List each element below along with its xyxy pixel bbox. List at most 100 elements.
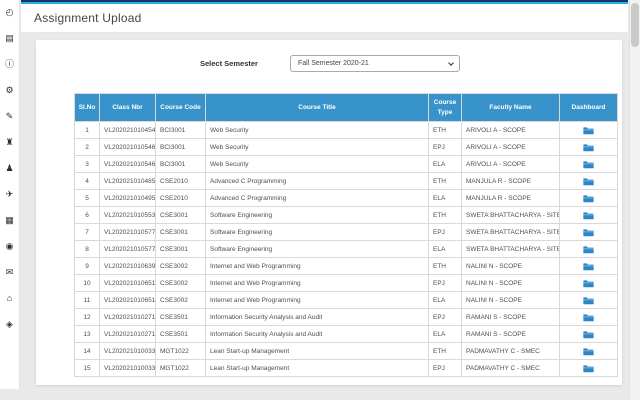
table-row: 8 VL2020210105771 CSE3001 Software Engineer…: [74, 240, 618, 258]
slno-cell: 3: [74, 155, 100, 173]
faculty-cell: RAMANI S - SCOPE: [461, 308, 560, 326]
table-row: 10 VL2020210106517 CSE3002 Internet and Web…: [74, 274, 618, 292]
course-type-cell: EPJ: [428, 138, 462, 156]
page-header: Assignment Upload: [21, 4, 628, 33]
class-nbr-cell: VL2020210106517: [99, 274, 156, 292]
class-nbr-cell: VL2020210104549: [99, 121, 156, 139]
folder-icon[interactable]: [583, 313, 594, 322]
table-row: 3 VL2020210105466 BCI3001 Web Security ELA AR…: [74, 155, 618, 173]
chevron-down-icon: [448, 60, 454, 66]
book-icon[interactable]: ✎: [3, 108, 17, 125]
building-icon[interactable]: ▦: [3, 212, 17, 229]
table-row: 13 VL2020210102713 CSE3501 Information Secu…: [74, 325, 618, 343]
folder-icon[interactable]: [583, 245, 594, 254]
class-nbr-cell: VL2020210102713: [99, 325, 156, 343]
course-title-cell: Information Security Analysis and Audit: [205, 308, 429, 326]
faculty-cell: PADMAVATHY C - SMEC: [461, 359, 560, 377]
column-header-course-title: Course Title: [205, 93, 429, 122]
slno-cell: 6: [74, 206, 100, 224]
home-icon[interactable]: ⌂: [3, 290, 17, 307]
folder-icon[interactable]: [583, 262, 594, 271]
slno-cell: 15: [74, 359, 100, 377]
course-type-cell: EPJ: [428, 308, 462, 326]
course-code-cell: BCI3001: [155, 121, 206, 139]
table-row: 1 VL2020210104549 BCI3001 Web Security ETH AR…: [74, 121, 618, 139]
course-code-cell: CSE3001: [155, 240, 206, 258]
slno-cell: 1: [74, 121, 100, 139]
class-nbr-cell: VL2020210105532: [99, 206, 156, 224]
mail-icon[interactable]: ✉: [3, 264, 17, 281]
course-code-cell: CSE3501: [155, 308, 206, 326]
folder-icon[interactable]: [583, 228, 594, 237]
course-title-cell: Internet and Web Programming: [205, 291, 429, 309]
dashboard-cell: [559, 138, 618, 156]
class-nbr-cell: VL2020210104952: [99, 189, 156, 207]
folder-icon[interactable]: [583, 126, 594, 135]
folder-icon[interactable]: [583, 143, 594, 152]
slno-cell: 14: [74, 342, 100, 360]
dashboard-cell: [559, 121, 618, 139]
course-title-cell: Web Security: [205, 121, 429, 139]
table-row: 9 VL2020210106396 CSE3002 Internet and Web …: [74, 257, 618, 275]
faculty-cell: RAMANI S - SCOPE: [461, 325, 560, 343]
page-title: Assignment Upload: [34, 11, 142, 25]
folder-icon[interactable]: [583, 279, 594, 288]
column-header-dashboard: Dashboard: [559, 93, 618, 122]
slno-cell: 4: [74, 172, 100, 190]
class-nbr-cell: VL2020210105772: [99, 223, 156, 241]
folder-icon[interactable]: [583, 330, 594, 339]
folder-icon[interactable]: [583, 177, 594, 186]
course-type-cell: ETH: [428, 206, 462, 224]
course-type-cell: ELA: [428, 291, 462, 309]
send-icon[interactable]: ✈: [3, 186, 17, 203]
course-code-cell: CSE3002: [155, 291, 206, 309]
profile-icon[interactable]: ◉: [3, 238, 17, 255]
faculty-cell: SWETA BHATTACHARYA - SITE: [461, 223, 560, 241]
faculty-cell: SWETA BHATTACHARYA - SITE: [461, 240, 560, 258]
shield-icon[interactable]: ◈: [3, 316, 17, 333]
table-body: 1 VL2020210104549 BCI3001 Web Security ETH AR…: [74, 121, 618, 377]
course-type-cell: ETH: [428, 121, 462, 139]
course-type-cell: ETH: [428, 342, 462, 360]
course-title-cell: Software Engineering: [205, 223, 429, 241]
user-icon[interactable]: ♟: [3, 160, 17, 177]
folder-icon[interactable]: [583, 194, 594, 203]
course-title-cell: Information Security Analysis and Audit: [205, 325, 429, 343]
dashboard-cell: [559, 308, 618, 326]
slno-cell: 11: [74, 291, 100, 309]
gear-icon[interactable]: ⚙: [3, 82, 17, 99]
class-nbr-cell: VL2020210105771: [99, 240, 156, 258]
course-title-cell: Lean Start-up Management: [205, 359, 429, 377]
column-header-course-code: Course Code: [155, 93, 206, 122]
select-semester-label: Select Semester: [200, 59, 258, 68]
dashboard-cell: [559, 206, 618, 224]
info-icon[interactable]: ⓘ: [3, 56, 17, 73]
dashboard-cell: [559, 274, 618, 292]
folder-icon[interactable]: [583, 347, 594, 356]
dashboard-cell: [559, 291, 618, 309]
folder-icon[interactable]: [583, 296, 594, 305]
course-title-cell: Web Security: [205, 138, 429, 156]
vertical-scrollbar[interactable]: [629, 0, 640, 400]
course-code-cell: BCI3001: [155, 138, 206, 156]
course-type-cell: ETH: [428, 172, 462, 190]
folder-icon[interactable]: [583, 364, 594, 373]
course-type-cell: ELA: [428, 189, 462, 207]
semester-select[interactable]: Fall Semester 2020-21: [290, 55, 460, 72]
table-row: 14 VL2020210100330 MGT1022 Lean Start-up Ma…: [74, 342, 618, 360]
briefcase-icon[interactable]: ▤: [3, 30, 17, 47]
courses-table: Sl.No Class Nbr Course Code Course Title Cou…: [74, 93, 618, 377]
table-row: 12 VL2020210102714 CSE3501 Information Secu…: [74, 308, 618, 326]
bank-icon[interactable]: ♜: [3, 134, 17, 151]
course-type-cell: EPJ: [428, 274, 462, 292]
course-title-cell: Web Security: [205, 155, 429, 173]
table-row: 11 VL2020210106516 CSE3002 Internet and Web…: [74, 291, 618, 309]
clock-icon[interactable]: ◴: [3, 4, 17, 21]
course-code-cell: CSE3501: [155, 325, 206, 343]
scrollbar-thumb[interactable]: [631, 3, 639, 47]
course-code-cell: BCI3001: [155, 155, 206, 173]
course-title-cell: Advanced C Programming: [205, 189, 429, 207]
table-row: 4 VL2020210104854 CSE2010 Advanced C Progra…: [74, 172, 618, 190]
folder-icon[interactable]: [583, 160, 594, 169]
folder-icon[interactable]: [583, 211, 594, 220]
